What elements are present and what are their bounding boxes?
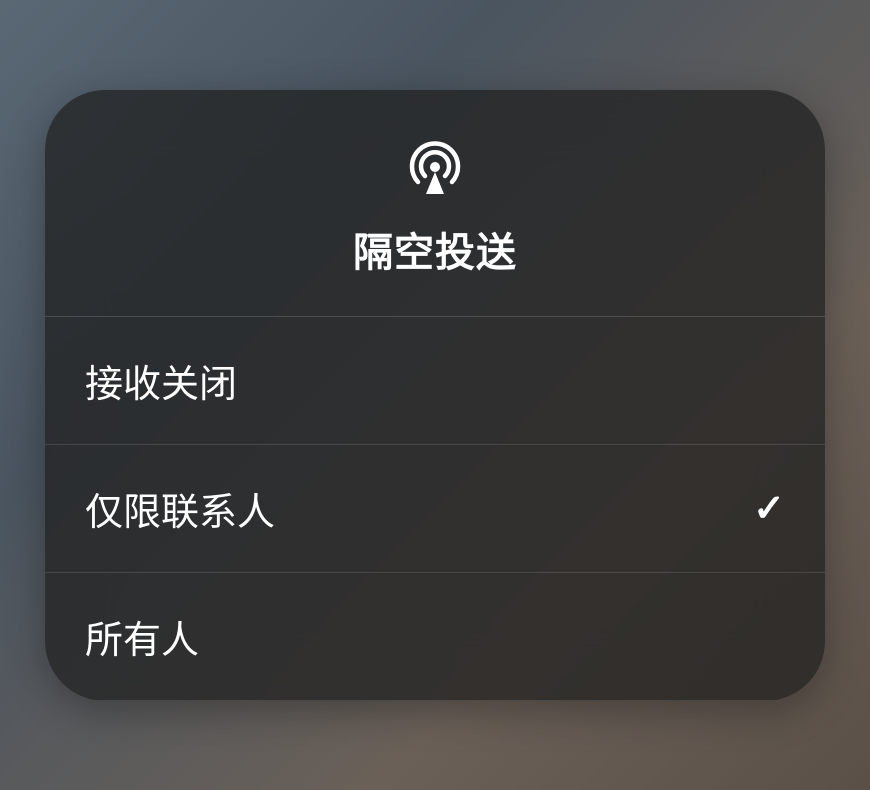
option-label: 仅限联系人	[85, 481, 275, 536]
panel-header: 隔空投送	[45, 90, 825, 317]
option-receiving-off[interactable]: 接收关闭 ✓	[45, 317, 825, 445]
option-label: 接收关闭	[85, 353, 237, 408]
options-list: 接收关闭 ✓ 仅限联系人 ✓ 所有人 ✓	[45, 317, 825, 701]
panel-title: 隔空投送	[353, 220, 517, 278]
option-contacts-only[interactable]: 仅限联系人 ✓	[45, 445, 825, 573]
airdrop-settings-panel: 隔空投送 接收关闭 ✓ 仅限联系人 ✓ 所有人 ✓	[45, 90, 825, 701]
checkmark-icon: ✓	[753, 486, 785, 531]
option-everyone[interactable]: 所有人 ✓	[45, 573, 825, 701]
airdrop-icon	[403, 132, 467, 196]
option-label: 所有人	[85, 609, 199, 664]
